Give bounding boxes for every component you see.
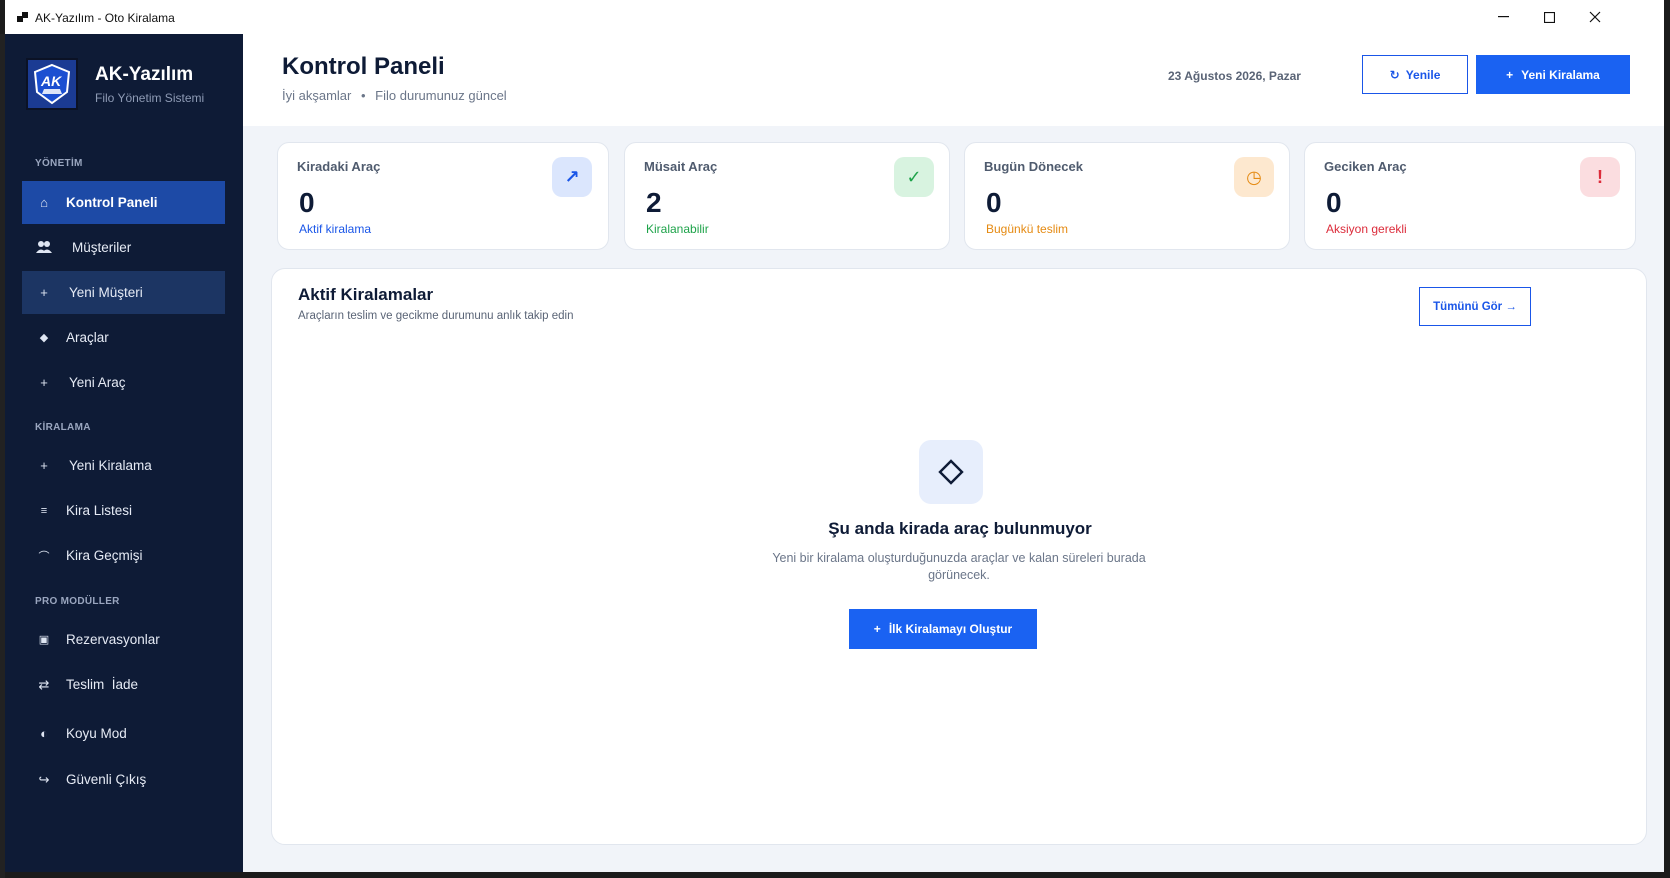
plus-icon: + — [40, 375, 48, 390]
calendar-icon: ▣ — [38, 634, 50, 646]
sidebar-item-label: Araçlar — [66, 330, 109, 345]
minimize-icon — [1497, 16, 1509, 18]
nav-section-management: YÖNETİM — [35, 158, 83, 169]
logout-icon: ↪ — [38, 771, 50, 787]
check-icon: ✓ — [894, 157, 934, 197]
history-icon: ⌒ — [38, 550, 50, 563]
stat-value: 0 — [1326, 187, 1342, 218]
plus-icon: + — [1506, 67, 1514, 82]
close-icon — [1589, 11, 1601, 23]
empty-state-description: Yeni bir kiralama oluşturduğunuzda araçl… — [772, 551, 1146, 582]
sidebar-item-dark-mode[interactable]: ◐ Koyu Mod — [22, 712, 225, 755]
stat-label: Kiradaki Araç — [297, 159, 381, 174]
plus-icon: + — [40, 458, 48, 473]
stat-note: Aksiyon gerekli — [1326, 222, 1407, 236]
stat-label: Müsait Araç — [644, 159, 718, 174]
view-all-button[interactable]: Tümünü Gör → — [1419, 287, 1531, 326]
sidebar-item-customers[interactable]: Müşteriler — [22, 226, 225, 269]
page-subtitle: İyi akşamlar • Filo durumunuz güncel — [282, 88, 507, 103]
plus-icon: + — [873, 622, 881, 636]
sidebar: AK AK-Yazılım Filo Yönetim Sistemi YÖNET… — [5, 34, 243, 872]
page-title: Kontrol Paneli — [282, 53, 445, 80]
empty-state-title: Şu anda kirada araç bulunmuyor — [828, 519, 1092, 538]
moon-icon: ◐ — [40, 726, 48, 741]
maximize-button[interactable] — [1526, 0, 1572, 34]
close-button[interactable] — [1572, 0, 1618, 34]
active-rentals-panel: Aktif Kiralamalar Araçların teslim ve ge… — [271, 268, 1647, 845]
new-rental-label: Yeni Kiralama — [1521, 67, 1600, 82]
create-first-rental-button[interactable]: + İlk Kiralamayı Oluştur — [849, 609, 1037, 649]
trend-up-icon: ↗ — [552, 157, 592, 197]
stat-value: 0 — [986, 187, 1002, 218]
minimize-button[interactable] — [1480, 0, 1526, 34]
sidebar-item-label: Yeni Müşteri — [69, 285, 143, 300]
stat-value: 0 — [299, 187, 315, 218]
sidebar-item-dashboard[interactable]: ⌂ Kontrol Paneli — [22, 181, 225, 224]
sidebar-item-rental-history[interactable]: ⌒ Kira Geçmişi — [22, 534, 225, 577]
app-window: AK-Yazılım - Oto Kiralama AK AK-Yazılım … — [5, 0, 1664, 872]
users-icon — [22, 240, 66, 256]
app-icon — [17, 12, 28, 22]
greeting-text: İyi akşamlar — [282, 88, 352, 103]
sidebar-item-rental-list[interactable]: ≡ Kira Listesi — [22, 489, 225, 532]
fleet-status-text: Filo durumunuz güncel — [375, 88, 507, 103]
stat-card-available: Müsait Araç 2 Kiralanabilir ✓ — [624, 142, 950, 250]
sidebar-item-new-customer[interactable]: + Yeni Müşteri — [22, 271, 225, 314]
empty-state-icon-box — [919, 440, 983, 504]
diamond-outline-icon — [938, 459, 964, 485]
clock-icon: ◷ — [1234, 157, 1274, 197]
stat-note: Bugünkü teslim — [986, 222, 1069, 236]
diamond-icon: ◆ — [39, 332, 49, 344]
refresh-label: Yenile — [1405, 67, 1441, 82]
maximize-icon — [1543, 11, 1555, 23]
stat-note: Aktif kiralama — [299, 222, 372, 236]
logo-text: AK — [41, 73, 62, 89]
sidebar-item-delivery-return[interactable]: ⇄ Teslim İade — [22, 663, 225, 706]
sidebar-item-reservations[interactable]: ▣ Rezervasyonlar — [22, 618, 225, 661]
stat-card-returning-today: Bugün Dönecek 0 Bugünkü teslim ◷ — [964, 142, 1290, 250]
new-rental-button[interactable]: + Yeni Kiralama — [1476, 55, 1630, 94]
stat-value: 2 — [646, 187, 662, 218]
stat-label: Bugün Dönecek — [984, 159, 1083, 174]
panel-subtitle: Araçların teslim ve gecikme durumunu anl… — [298, 310, 574, 322]
home-icon: ⌂ — [40, 195, 48, 210]
nav-section-rental: KİRALAMA — [35, 422, 91, 433]
brand-logo: AK — [26, 58, 78, 110]
plus-icon: + — [40, 285, 48, 300]
list-icon: ≡ — [40, 504, 48, 517]
refresh-icon: ↻ — [1389, 67, 1400, 82]
stat-card-rented: Kiradaki Araç 0 Aktif kiralama ↗ — [277, 142, 609, 250]
separator-dot: • — [360, 88, 366, 103]
brand-name: AK-Yazılım — [95, 64, 194, 85]
header-bar: Kontrol Paneli İyi akşamlar • Filo durum… — [243, 34, 1664, 126]
window-title: AK-Yazılım - Oto Kiralama — [35, 11, 175, 25]
sidebar-item-label: Kontrol Paneli — [66, 195, 158, 210]
sidebar-item-label: Yeni Araç — [69, 375, 126, 390]
sidebar-item-new-rental[interactable]: + Yeni Kiralama — [22, 444, 225, 487]
title-bar: AK-Yazılım - Oto Kiralama — [5, 0, 1664, 34]
refresh-button[interactable]: ↻ Yenile — [1362, 55, 1468, 94]
stat-note: Kiralanabilir — [646, 222, 709, 236]
create-first-rental-label: İlk Kiralamayı Oluştur — [888, 622, 1013, 636]
sidebar-item-label: Kira Geçmişi — [66, 548, 143, 563]
alert-icon: ! — [1580, 157, 1620, 197]
sidebar-item-label: Kira Listesi — [66, 503, 133, 518]
sidebar-item-label: Yeni Kiralama — [69, 458, 152, 473]
nav-section-pro-modules: PRO MODÜLLER — [35, 596, 120, 607]
sidebar-item-label: Teslim İade — [66, 677, 139, 692]
sidebar-item-label: Müşteriler — [72, 240, 132, 255]
sidebar-item-new-vehicle[interactable]: + Yeni Araç — [22, 361, 225, 404]
stat-label: Geciken Araç — [1324, 159, 1407, 174]
sidebar-item-vehicles[interactable]: ◆ Araçlar — [22, 316, 225, 359]
sidebar-item-label: Rezervasyonlar — [66, 632, 160, 647]
panel-title: Aktif Kiralamalar — [298, 285, 434, 304]
brand-subtitle: Filo Yönetim Sistemi — [95, 91, 205, 105]
sidebar-item-label: Güvenli Çıkış — [66, 772, 147, 787]
sidebar-item-label: Koyu Mod — [66, 726, 127, 741]
swap-icon: ⇄ — [38, 676, 50, 692]
current-date: 23 Ağustos 2026, Pazar — [1168, 69, 1301, 83]
stat-card-overdue: Geciken Araç 0 Aksiyon gerekli ! — [1304, 142, 1636, 250]
sidebar-item-logout[interactable]: ↪ Güvenli Çıkış — [22, 758, 225, 801]
main-content: Kontrol Paneli İyi akşamlar • Filo durum… — [243, 34, 1664, 872]
